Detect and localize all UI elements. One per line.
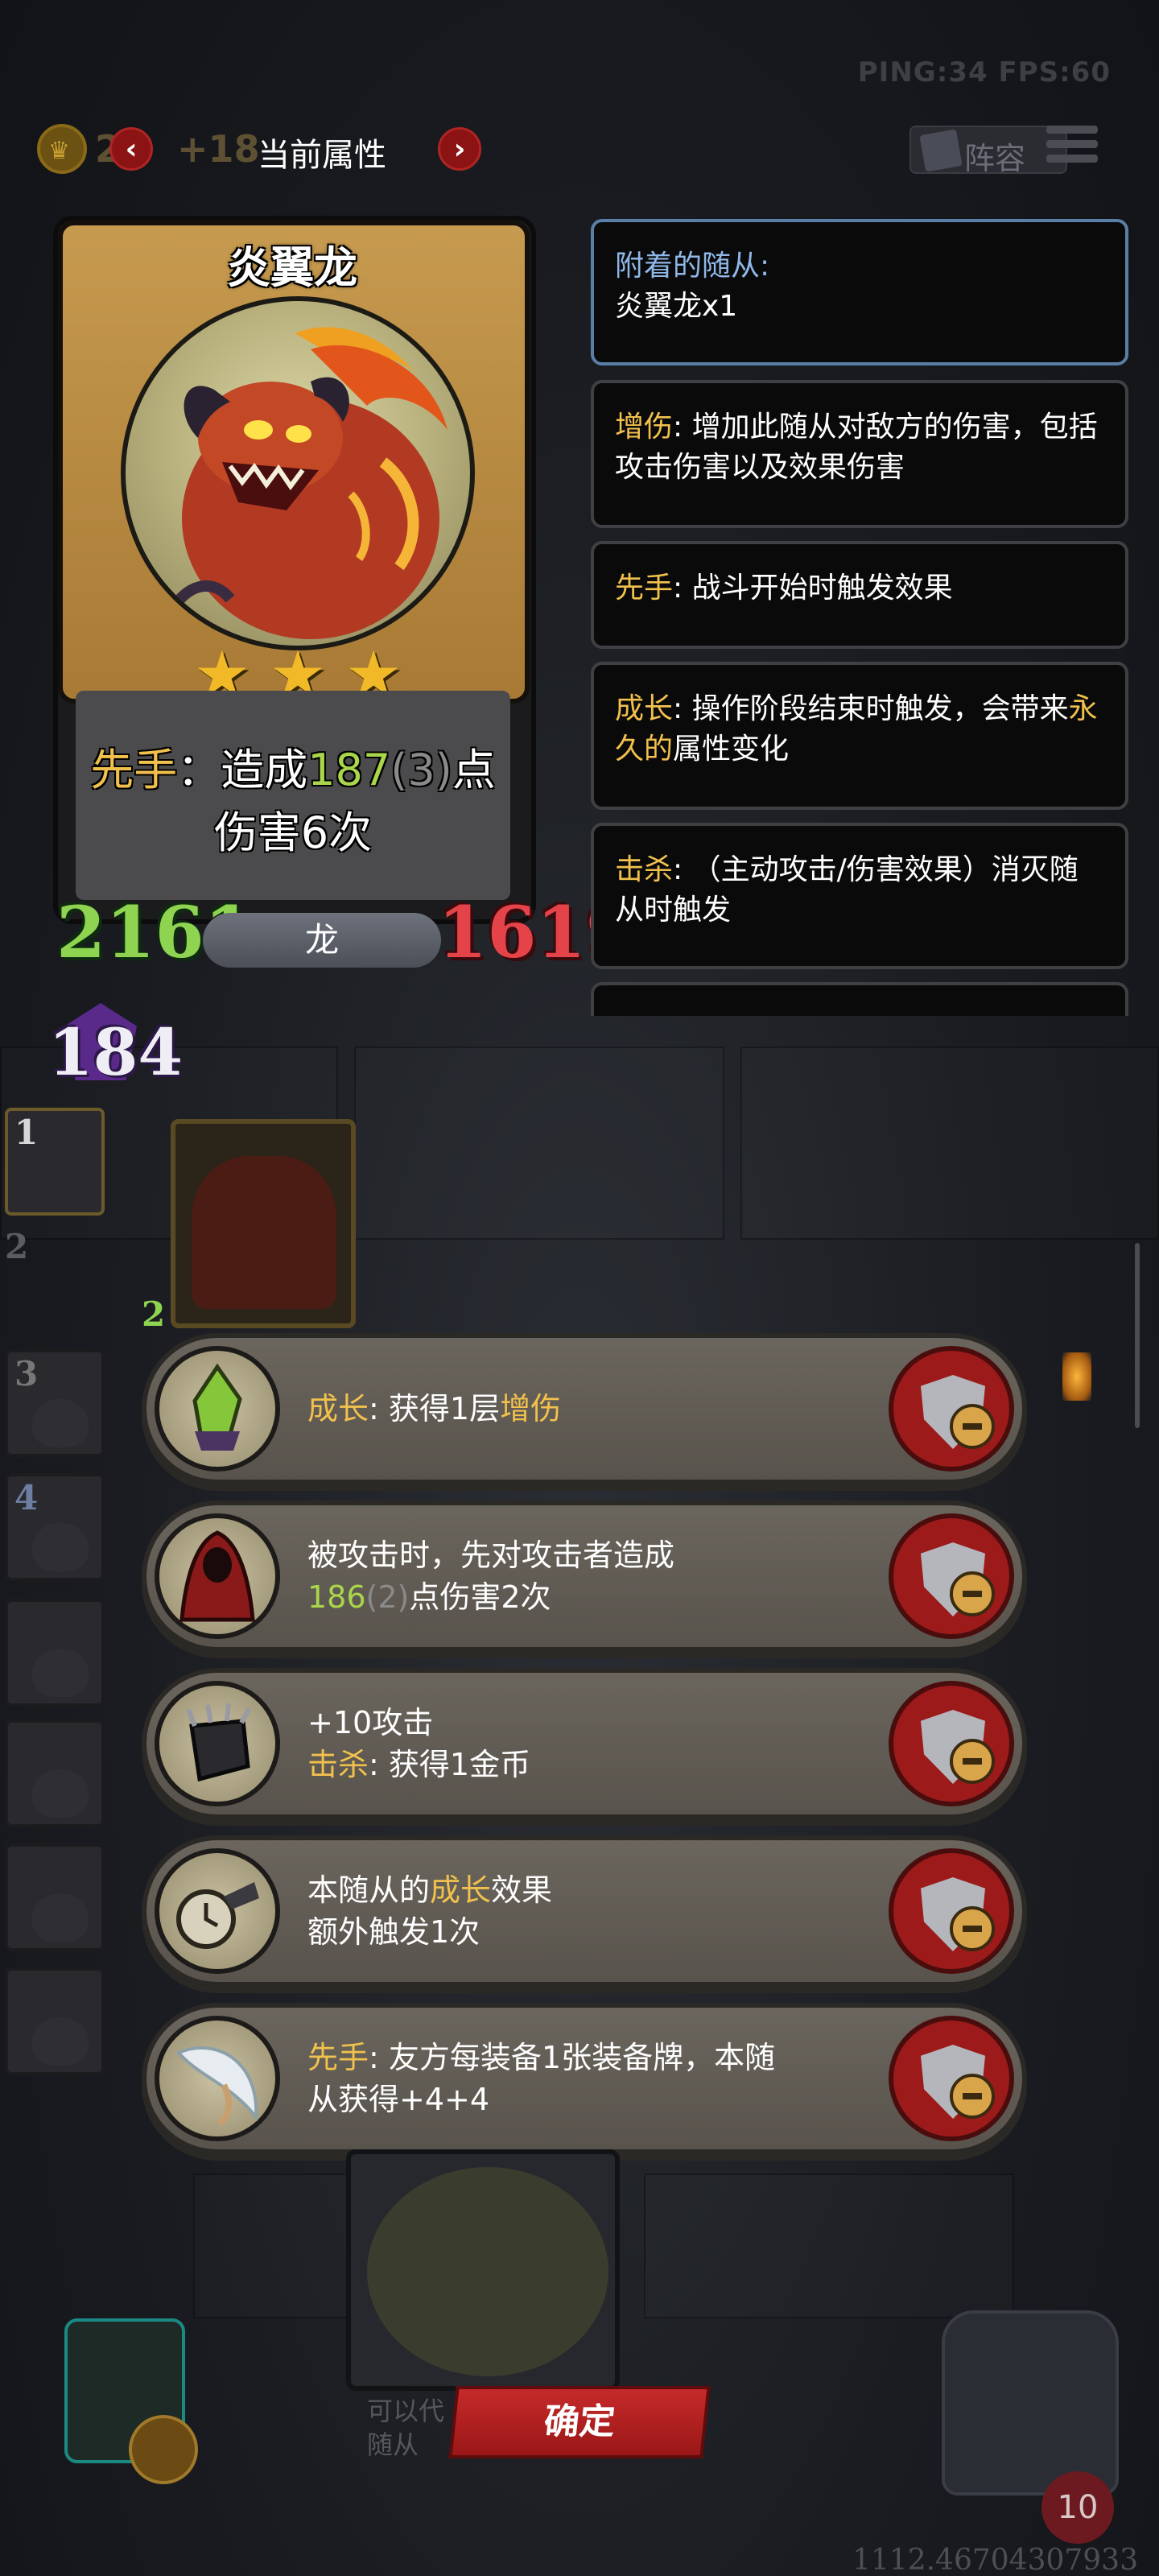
skull-icon xyxy=(32,1893,89,1942)
bench-slot-4[interactable]: 4 xyxy=(5,1473,105,1581)
bench-slot-number: 4 xyxy=(14,1478,39,1517)
red-cloak-icon xyxy=(155,1513,280,1639)
keyword-panel-partial xyxy=(591,982,1128,1016)
feather-claw-icon xyxy=(155,2016,280,2141)
card-stack-icon xyxy=(919,129,963,172)
skull-icon xyxy=(32,1769,89,1818)
unequip-button[interactable] xyxy=(889,1681,1014,1806)
confirm-button[interactable]: 确定 xyxy=(448,2386,711,2458)
torch-flame xyxy=(1062,1352,1091,1401)
green-crystal-icon xyxy=(155,1346,280,1472)
keyword-panel-kill: 击杀: （主动攻击/伤害效果）消灭随从时触发 xyxy=(591,823,1128,969)
unequip-button[interactable] xyxy=(889,1346,1014,1472)
page-title: 当前属性 xyxy=(258,137,386,174)
scrollbar[interactable] xyxy=(1135,1243,1140,1428)
equipment-description: 成长: 获得1层增伤 xyxy=(307,1391,562,1426)
unequip-button[interactable] xyxy=(889,1848,1014,1974)
bench-slot-7[interactable] xyxy=(5,1843,105,1951)
pocket-watch-icon xyxy=(155,1848,280,1974)
equipment-description: 本随从的成长效果 额外触发1次 xyxy=(307,1872,553,1950)
keyword-panel-bonus-damage: 增伤: 增加此随从对敌方的伤害，包括攻击伤害以及效果伤害 xyxy=(591,380,1128,528)
wall-brick xyxy=(740,1046,1159,1240)
ping-fps-readout: PING:34 FPS:60 xyxy=(857,56,1111,89)
equipment-description: +10攻击 击杀: 获得1金币 xyxy=(307,1705,531,1782)
unequip-button[interactable] xyxy=(889,2016,1014,2141)
wall-brick xyxy=(354,1046,724,1240)
coin-counter-icon xyxy=(129,2415,198,2484)
bench-slot-number: 1 xyxy=(14,1113,39,1152)
lineup-label: 阵容 xyxy=(964,141,1026,176)
keyword-panel-growth: 成长: 操作阶段结束时触发，会带来永久的属性变化 xyxy=(591,662,1128,810)
equipment-row: 本随从的成长效果 额外触发1次 xyxy=(142,1835,1027,1987)
extra-stat: 184 xyxy=(48,1014,183,1090)
bench-slot-1[interactable]: 1 xyxy=(5,1108,105,1216)
skull-icon xyxy=(32,2017,89,2066)
menu-icon[interactable] xyxy=(1046,126,1098,169)
opponent-health-badge: 10 xyxy=(1041,2471,1114,2544)
equipment-row: 被攻击时，先对攻击者造成 186(2)点伤害2次 xyxy=(142,1501,1027,1652)
attached-minion-panel: 附着的随从: 炎翼龙x1 xyxy=(591,219,1128,365)
card-ability-text: 先手：造成187(3)点 伤害6次 xyxy=(90,745,496,858)
bench-slot-8[interactable] xyxy=(5,1967,105,2075)
equipment-row: +10攻击 击杀: 获得1金币 xyxy=(142,1668,1027,1819)
skull-icon xyxy=(32,1399,89,1447)
dragon-thumbnail xyxy=(192,1156,336,1309)
skull-icon xyxy=(32,1649,89,1697)
minus-icon xyxy=(950,1906,995,1951)
fire-dragon-portrait xyxy=(121,296,475,650)
bench-slot-5[interactable] xyxy=(5,1599,105,1707)
bench-slot-3[interactable]: 3 xyxy=(5,1349,105,1457)
lineup-button[interactable]: 阵容 xyxy=(909,126,1067,176)
opponent-hero-portrait[interactable] xyxy=(942,2310,1119,2496)
goblin-portrait xyxy=(367,2167,608,2376)
hint-text: 可以代 随从 xyxy=(367,2396,445,2460)
bench-slot-number: 3 xyxy=(14,1354,39,1393)
minus-icon xyxy=(950,2074,995,2119)
bench-slot-6[interactable] xyxy=(5,1719,105,1827)
minus-icon xyxy=(950,1404,995,1449)
spiked-gauntlet-icon xyxy=(155,1681,280,1806)
board-slot-number: 2 xyxy=(142,1294,166,1334)
next-arrow-button[interactable]: › xyxy=(438,127,481,171)
equipment-row: 成长: 获得1层增伤 xyxy=(142,1333,1027,1484)
equipment-description: 被攻击时，先对攻击者造成 186(2)点伤害2次 xyxy=(307,1538,675,1615)
minus-icon xyxy=(950,1739,995,1784)
minion-card: 炎翼龙 ★ ★ ★ 先手：造成187(3)点 伤害6次 2161 龙 1619 xyxy=(24,208,635,980)
unequip-button[interactable] xyxy=(889,1513,1014,1639)
minus-icon xyxy=(950,1571,995,1616)
tribe-label: 龙 xyxy=(203,913,441,968)
equipment-row: 先手: 友方每装备1张装备牌，本随 从获得+4+4 xyxy=(142,2003,1027,2154)
preview-minion-card[interactable] xyxy=(346,2149,620,2391)
card-name: 炎翼龙 xyxy=(227,242,357,293)
coordinate-readout: 1112.46704307933 xyxy=(852,2544,1138,2576)
floor-tile xyxy=(644,2174,1014,2318)
bench-slot-number: 2 xyxy=(5,1227,29,1266)
board-minion-card[interactable] xyxy=(171,1119,356,1328)
prev-arrow-button[interactable]: ‹ xyxy=(109,127,153,171)
equipment-description: 先手: 友方每装备1张装备牌，本随 从获得+4+4 xyxy=(307,2040,776,2117)
gold-coin-icon: ♛ xyxy=(37,124,87,174)
keyword-panel-first-strike: 先手: 战斗开始时触发效果 xyxy=(591,541,1128,649)
skull-icon xyxy=(32,1523,89,1571)
